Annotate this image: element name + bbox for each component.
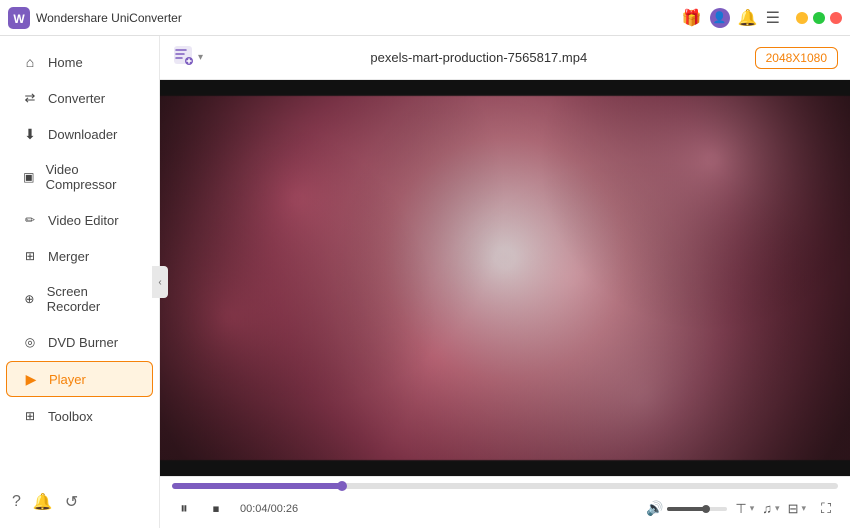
sidebar-item-video-compressor[interactable]: ▣ Video Compressor [6, 153, 153, 201]
sidebar-label-video-compressor: Video Compressor [46, 162, 137, 192]
audio-track-button[interactable]: ♫ ▾ [762, 501, 779, 516]
screenshot-chevron: ▾ [801, 503, 806, 514]
sidebar-item-converter[interactable]: ⇄ Converter [6, 81, 153, 115]
add-file-chevron: ▾ [198, 52, 203, 63]
sidebar-label-dvd-burner: DVD Burner [48, 335, 118, 350]
merger-icon: ⊞ [22, 248, 38, 264]
app-title: Wondershare UniConverter [36, 11, 682, 25]
sidebar-bottom: ? 🔔 ↺ [0, 484, 159, 520]
player-icon: ▶ [23, 371, 39, 387]
sidebar-collapse-button[interactable]: ‹ [152, 266, 168, 298]
toolbox-icon: ⊞ [22, 408, 38, 424]
gift-icon[interactable]: 🎁 [682, 8, 702, 28]
sidebar-item-screen-recorder[interactable]: ⊕ Screen Recorder [6, 275, 153, 323]
screenshot-icon: ⊟ [788, 501, 799, 517]
video-area [160, 80, 850, 476]
time-display: 00:04/00:26 [240, 503, 298, 515]
pause-button[interactable]: ⏸ [172, 497, 196, 521]
volume-bar[interactable] [667, 507, 727, 511]
dvd-burner-icon: ◎ [22, 334, 38, 350]
video-compressor-icon: ▣ [22, 169, 36, 185]
volume-section: 🔊 [646, 500, 727, 517]
screenshot-button[interactable]: ⊟ ▾ [788, 501, 806, 517]
svg-text:W: W [13, 12, 25, 26]
stop-button[interactable]: ⏹ [204, 497, 228, 521]
volume-fill [667, 507, 706, 511]
audio-track-icon: ♫ [762, 501, 772, 516]
feedback-icon[interactable]: ↺ [65, 492, 78, 512]
progress-bar[interactable] [172, 483, 838, 489]
content-area: ▾ pexels-mart-production-7565817.mp4 204… [160, 36, 850, 528]
video-editor-icon: ✏ [22, 212, 38, 228]
converter-icon: ⇄ [22, 90, 38, 106]
add-file-icon [172, 44, 194, 72]
close-button[interactable] [830, 12, 842, 24]
sidebar-label-toolbox: Toolbox [48, 409, 93, 424]
sidebar-item-home[interactable]: ⌂ Home [6, 45, 153, 79]
minimize-button[interactable] [796, 12, 808, 24]
sidebar-item-player[interactable]: ▶ Player [6, 361, 153, 397]
notification-icon[interactable]: 🔔 [738, 8, 758, 28]
video-canvas [160, 80, 850, 476]
progress-fill [172, 483, 342, 489]
sidebar-label-player: Player [49, 372, 86, 387]
volume-thumb [702, 505, 710, 513]
home-icon: ⌂ [22, 54, 38, 70]
screen-recorder-icon: ⊕ [22, 291, 37, 307]
sidebar-label-video-editor: Video Editor [48, 213, 119, 228]
right-controls: ⊤ ▾ ♫ ▾ ⊟ ▾ ⛶ [735, 497, 838, 521]
help-icon[interactable]: ? [12, 493, 21, 511]
sidebar: ⌂ Home ⇄ Converter ⬇ Downloader ▣ Video … [0, 36, 160, 528]
video-filename: pexels-mart-production-7565817.mp4 [211, 50, 747, 65]
volume-icon[interactable]: 🔊 [646, 500, 663, 517]
fullscreen-button[interactable]: ⛶ [814, 497, 838, 521]
sidebar-label-screen-recorder: Screen Recorder [47, 284, 137, 314]
sidebar-item-dvd-burner[interactable]: ◎ DVD Burner [6, 325, 153, 359]
sidebar-label-downloader: Downloader [48, 127, 117, 142]
resolution-badge[interactable]: 2048X1080 [755, 47, 838, 69]
controls-row: ⏸ ⏹ 00:04/00:26 🔊 ⊤ [172, 489, 838, 528]
sidebar-label-home: Home [48, 55, 83, 70]
menu-icon[interactable]: ☰ [766, 8, 780, 28]
sidebar-item-video-editor[interactable]: ✏ Video Editor [6, 203, 153, 237]
titlebar: W Wondershare UniConverter 🎁 👤 🔔 ☰ [0, 0, 850, 36]
audio-chevron: ▾ [775, 503, 780, 514]
app-logo: W [8, 7, 30, 29]
caption-button[interactable]: ⊤ ▾ [735, 501, 754, 517]
sidebar-item-merger[interactable]: ⊞ Merger [6, 239, 153, 273]
sidebar-item-downloader[interactable]: ⬇ Downloader [6, 117, 153, 151]
sidebar-label-merger: Merger [48, 249, 89, 264]
downloader-icon: ⬇ [22, 126, 38, 142]
sidebar-item-toolbox[interactable]: ⊞ Toolbox [6, 399, 153, 433]
sidebar-label-converter: Converter [48, 91, 105, 106]
player-controls: ⏸ ⏹ 00:04/00:26 🔊 ⊤ [160, 476, 850, 528]
user-icon[interactable]: 👤 [710, 8, 730, 28]
maximize-button[interactable] [813, 12, 825, 24]
add-file-button[interactable]: ▾ [172, 44, 203, 72]
caption-icon: ⊤ [735, 501, 746, 517]
caption-chevron: ▾ [750, 503, 755, 514]
alert-icon[interactable]: 🔔 [33, 492, 53, 512]
main-layout: ⌂ Home ⇄ Converter ⬇ Downloader ▣ Video … [0, 36, 850, 528]
player-topbar: ▾ pexels-mart-production-7565817.mp4 204… [160, 36, 850, 80]
